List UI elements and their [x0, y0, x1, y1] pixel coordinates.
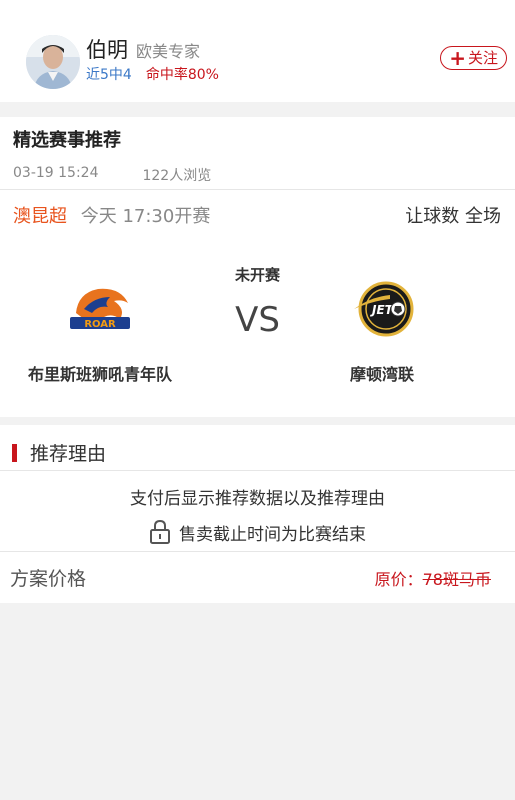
price-row: 方案价格 原价：78斑马币 [10, 564, 491, 591]
bet-market: 让球数 全场 [405, 206, 501, 227]
original-price-label: 原价： [374, 569, 423, 589]
away-team-name: 摩顿湾联 [349, 365, 414, 384]
away-team-logo: JETS [282, 277, 482, 341]
expert-title: 欧美专家 [136, 42, 201, 61]
follow-label: 关注 [467, 49, 498, 67]
reason-card: 推荐理由 支付后显示推荐数据以及推荐理由 售卖截止时间为比赛结束 方案价格 原价… [0, 425, 515, 603]
article-meta: 03-19 15:24 122人浏览 [13, 165, 211, 185]
expert-header: 伯明 欧美专家 近5中4 命中率80% + 关注 [0, 0, 515, 102]
price-label: 方案价格 [10, 568, 87, 590]
original-price: 78斑马币 [422, 569, 491, 589]
reason-title: 推荐理由 [30, 443, 107, 465]
match-card: 精选赛事推荐 03-19 15:24 122人浏览 澳昆超 今天 17:30开赛… [0, 117, 515, 417]
expert-name: 伯明 [86, 38, 128, 62]
home-team-logo: ROAR [0, 277, 200, 341]
match-info-row: 澳昆超 今天 17:30开赛 让球数 全场 [13, 202, 501, 228]
divider [0, 470, 515, 471]
deadline-text: 售卖截止时间为比赛结束 [179, 524, 366, 545]
plus-icon: + [449, 46, 466, 70]
pay-hint: 支付后显示推荐数据以及推荐理由 [130, 489, 385, 509]
hit-rate: 命中率80% [145, 67, 219, 83]
divider [0, 551, 515, 552]
lock-icon [150, 519, 170, 544]
home-team[interactable]: ROAR 布里斯班狮吼青年队 [0, 277, 200, 385]
home-logo-text: ROAR [84, 319, 116, 330]
view-count: 122人浏览 [142, 168, 212, 184]
page-title: 精选赛事推荐 [13, 130, 121, 151]
section-marker [12, 443, 17, 462]
kickoff-time: 今天 17:30开赛 [80, 206, 211, 227]
league-name: 澳昆超 [13, 206, 67, 227]
sale-deadline: 售卖截止时间为比赛结束 [0, 519, 515, 545]
publish-date: 03-19 15:24 [13, 165, 99, 181]
recent-record: 近5中4 [86, 67, 132, 83]
away-team[interactable]: JETS 摩顿湾联 [282, 277, 482, 385]
expert-avatar[interactable] [26, 35, 80, 89]
home-team-name: 布里斯班狮吼青年队 [27, 365, 172, 384]
divider [0, 189, 515, 190]
follow-button[interactable]: + 关注 [440, 46, 507, 70]
